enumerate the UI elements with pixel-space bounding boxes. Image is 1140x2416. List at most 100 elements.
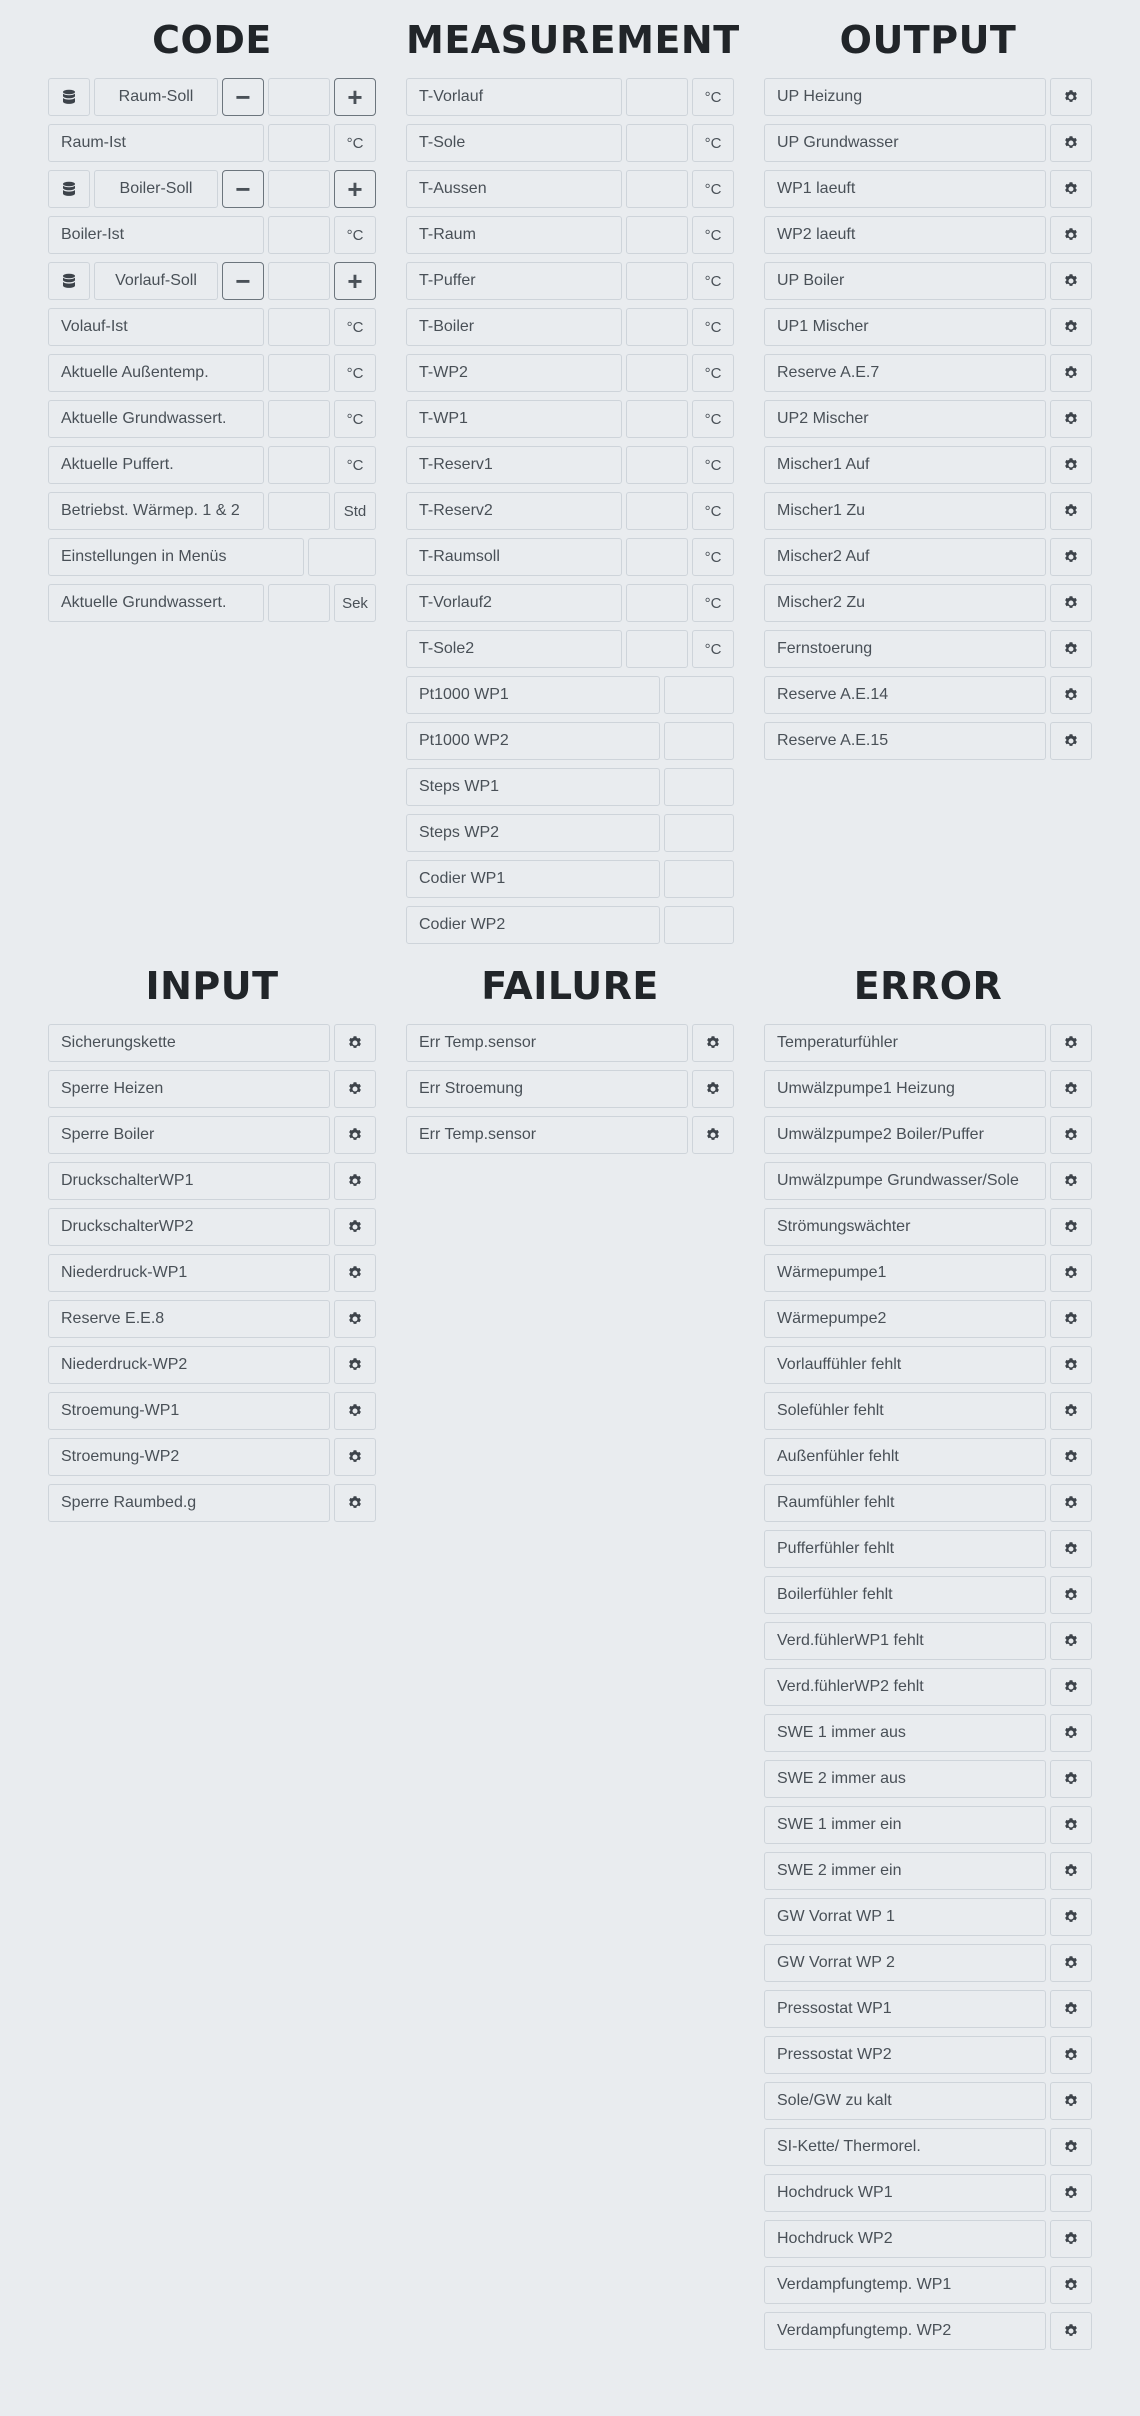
increment-button[interactable]: + [334,170,376,208]
settings-button[interactable] [334,1070,376,1108]
error-row-label: SWE 2 immer aus [764,1760,1046,1798]
input-row: DruckschalterWP1 [48,1162,376,1200]
settings-button[interactable] [1050,1944,1092,1982]
settings-button[interactable] [1050,1484,1092,1522]
code-value [308,538,376,576]
settings-button[interactable] [334,1392,376,1430]
increment-button[interactable]: + [334,78,376,116]
measurement-row: T-Vorlauf2 °C [406,584,734,622]
failure-column: FAILURE Err Temp.sensor Err Stroemung Err … [406,946,734,1162]
settings-button[interactable] [1050,1208,1092,1246]
settings-button[interactable] [1050,1668,1092,1706]
settings-button[interactable] [1050,2082,1092,2120]
output-row-label: WP2 laeuft [764,216,1046,254]
settings-button[interactable] [1050,308,1092,346]
gear-icon [347,1449,363,1465]
settings-button[interactable] [1050,170,1092,208]
settings-button[interactable] [1050,1346,1092,1384]
settings-button[interactable] [1050,1438,1092,1476]
settings-button[interactable] [1050,262,1092,300]
input-row-label: Stroemung-WP2 [48,1438,330,1476]
settings-button[interactable] [1050,124,1092,162]
output-row: Mischer1 Zu [764,492,1092,530]
database-icon [62,273,76,289]
gear-icon [1063,1679,1079,1695]
decrement-button[interactable]: − [222,170,264,208]
settings-button[interactable] [334,1438,376,1476]
settings-button[interactable] [1050,2128,1092,2166]
code-value [268,400,330,438]
settings-button[interactable] [1050,1760,1092,1798]
settings-button[interactable] [1050,1116,1092,1154]
measurement-row: Codier WP2 [406,906,734,944]
settings-button[interactable] [334,1346,376,1384]
settings-button[interactable] [1050,2312,1092,2350]
settings-button[interactable] [1050,630,1092,668]
settings-button[interactable] [1050,722,1092,760]
settings-button[interactable] [334,1484,376,1522]
settings-button[interactable] [1050,1622,1092,1660]
database-icon-box[interactable] [48,170,90,208]
settings-button[interactable] [334,1116,376,1154]
settings-button[interactable] [334,1162,376,1200]
code-row: Aktuelle Grundwassert. °C [48,400,376,438]
settings-button[interactable] [1050,400,1092,438]
setpoint-row: Boiler-Soll − + [48,170,376,208]
decrement-button[interactable]: − [222,262,264,300]
measurement-value [664,768,734,806]
increment-button[interactable]: + [334,262,376,300]
settings-button[interactable] [1050,216,1092,254]
settings-button[interactable] [1050,1392,1092,1430]
settings-button[interactable] [1050,1162,1092,1200]
error-row: Pressostat WP2 [764,2036,1092,2074]
gear-icon [1063,1265,1079,1281]
settings-button[interactable] [1050,492,1092,530]
measurement-row: T-Puffer °C [406,262,734,300]
settings-button[interactable] [1050,1714,1092,1752]
settings-button[interactable] [1050,1576,1092,1614]
settings-button[interactable] [1050,2174,1092,2212]
settings-button[interactable] [1050,1024,1092,1062]
measurement-label: T-Raumsoll [406,538,622,576]
gear-icon [1063,2277,1079,2293]
error-row-label: Solefühler fehlt [764,1392,1046,1430]
database-icon-box[interactable] [48,262,90,300]
settings-button[interactable] [1050,1070,1092,1108]
output-row-label: UP Grundwasser [764,124,1046,162]
settings-button[interactable] [334,1254,376,1292]
decrement-button[interactable]: − [222,78,264,116]
code-row: Aktuelle Außentemp. °C [48,354,376,392]
gear-icon [1063,1081,1079,1097]
settings-button[interactable] [1050,1990,1092,2028]
settings-button[interactable] [1050,676,1092,714]
measurement-value [626,584,688,622]
settings-button[interactable] [692,1116,734,1154]
error-row-label: Umwälzpumpe Grundwasser/Sole [764,1162,1046,1200]
error-column: ERROR Temperaturfühler Umwälzpumpe1 Heizu… [764,946,1092,2358]
database-icon-box[interactable] [48,78,90,116]
settings-button[interactable] [1050,446,1092,484]
settings-button[interactable] [1050,2036,1092,2074]
settings-button[interactable] [1050,1530,1092,1568]
settings-button[interactable] [1050,2266,1092,2304]
gear-icon [1063,227,1079,243]
settings-button[interactable] [1050,1300,1092,1338]
settings-button[interactable] [1050,538,1092,576]
settings-button[interactable] [1050,2220,1092,2258]
settings-button[interactable] [692,1024,734,1062]
settings-button[interactable] [1050,1806,1092,1844]
output-row-label: UP1 Mischer [764,308,1046,346]
input-row-label: DruckschalterWP2 [48,1208,330,1246]
settings-button[interactable] [334,1300,376,1338]
output-column: OUTPUT UP Heizung UP Grundwasser WP1 laeuf… [764,0,1092,768]
settings-button[interactable] [1050,1254,1092,1292]
error-row: Hochdruck WP1 [764,2174,1092,2212]
settings-button[interactable] [334,1208,376,1246]
settings-button[interactable] [692,1070,734,1108]
settings-button[interactable] [334,1024,376,1062]
settings-button[interactable] [1050,78,1092,116]
settings-button[interactable] [1050,354,1092,392]
settings-button[interactable] [1050,584,1092,622]
settings-button[interactable] [1050,1852,1092,1890]
settings-button[interactable] [1050,1898,1092,1936]
